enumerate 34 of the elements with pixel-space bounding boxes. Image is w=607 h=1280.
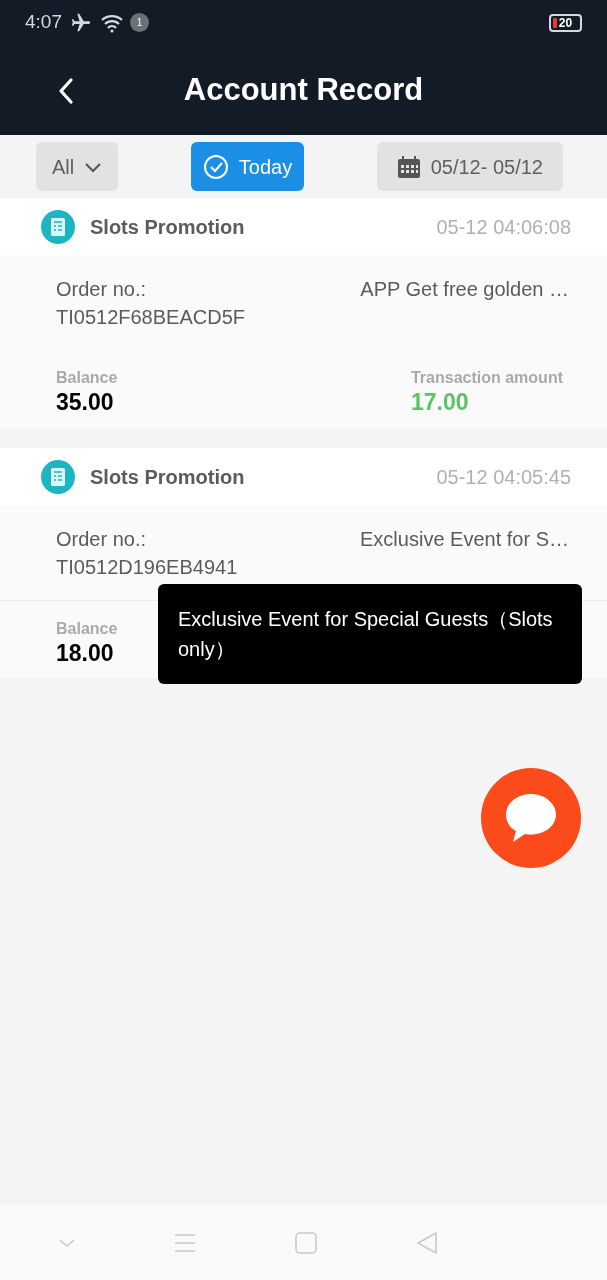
chevron-down-icon	[84, 160, 103, 173]
order-label: Order no.:	[56, 527, 148, 552]
record-description: Exclusive Event for S…	[360, 527, 569, 552]
menu-icon	[174, 1232, 197, 1253]
balance-label: Balance	[56, 368, 118, 388]
filter-button[interactable]: 05/12- 05/12	[376, 142, 563, 191]
square-icon	[294, 1231, 317, 1254]
check-circle-icon	[202, 153, 229, 180]
record-time: 05-12 04:06:08	[436, 214, 571, 240]
receipt-icon	[40, 458, 76, 495]
record-title: Slots Promotion	[90, 464, 246, 490]
status-time: 4:07	[25, 10, 62, 35]
calendar-icon	[396, 154, 421, 179]
balance-value: 18.00	[56, 639, 115, 667]
page-title: Account Record	[183, 70, 424, 109]
balance-value: 35.00	[56, 388, 115, 416]
order-number: TI0512D196EB4941	[56, 555, 238, 580]
order-label: Order no.:	[56, 277, 148, 302]
chevron-down-icon	[59, 1237, 76, 1248]
order-number: TI0512F68BEACD5F	[56, 305, 245, 330]
amount-value: 17.00	[410, 388, 470, 416]
receipt-icon	[40, 208, 76, 245]
record-title: Slots Promotion	[90, 214, 246, 240]
record-description: APP Get free golden …	[360, 277, 569, 302]
record-time: 05-12 04:05:45	[436, 464, 571, 490]
triangle-icon	[415, 1230, 438, 1255]
notification-badge: 1	[130, 13, 149, 32]
filter-button[interactable]: All	[36, 142, 119, 191]
balance-label: Balance	[56, 619, 118, 639]
wifi-icon	[100, 12, 124, 33]
amount-label: Transaction amount	[410, 368, 563, 388]
tooltip: Exclusive Event for Special Guests（Slots only）	[158, 584, 582, 684]
filter-button[interactable]: Today	[190, 142, 305, 191]
battery-indicator: 20	[549, 13, 582, 32]
